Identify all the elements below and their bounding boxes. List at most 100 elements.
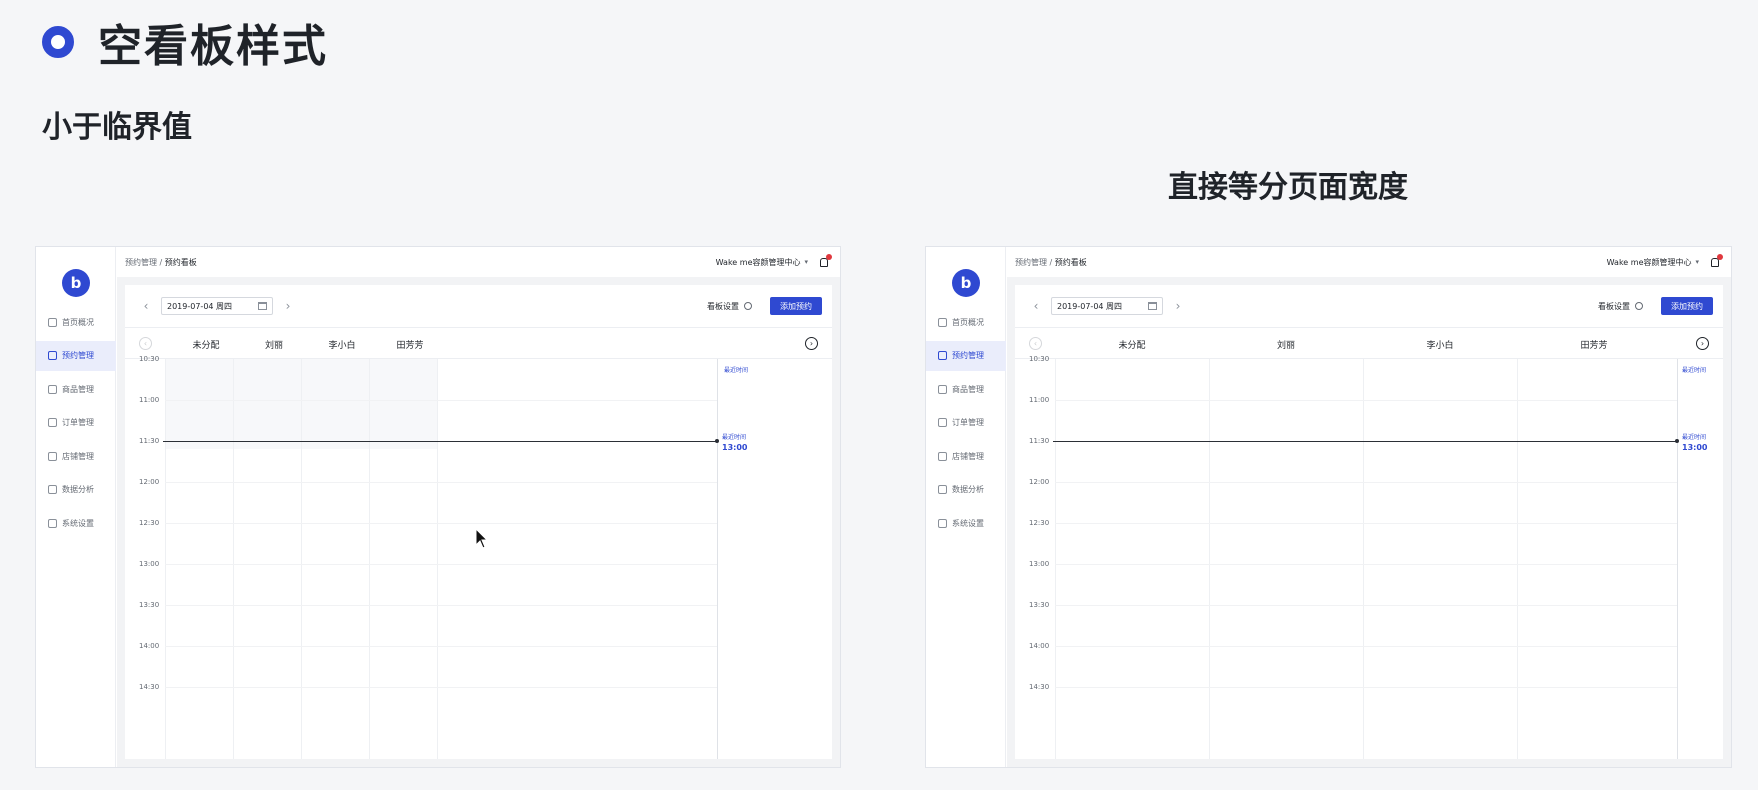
calendar-icon — [1148, 302, 1157, 310]
now-marker-label: 最近时间 — [1682, 434, 1707, 441]
now-marker-time: 13:00 — [722, 443, 748, 452]
time-rail — [717, 359, 718, 759]
breadcrumb-current: 预约看板 — [1054, 257, 1087, 267]
sidebar-item-appointments[interactable]: 预约管理 — [926, 340, 1006, 371]
board-settings-label: 看板设置 — [707, 301, 739, 311]
time-label: 11:30 — [1029, 437, 1050, 445]
bell-icon[interactable] — [820, 253, 832, 267]
time-label: 12:30 — [1029, 519, 1050, 527]
add-appointment-button[interactable]: 添加预约 — [770, 297, 822, 315]
bag-icon — [938, 384, 947, 394]
sidebar-item-products[interactable]: 商品管理 — [926, 374, 1006, 404]
chevron-left-circle-icon[interactable]: ‹ — [139, 337, 152, 350]
sidebar-item-settings[interactable]: 系统设置 — [926, 509, 1006, 539]
sidebar-item-stores[interactable]: 店铺管理 — [926, 441, 1006, 471]
home-icon — [938, 317, 947, 327]
date-picker[interactable]: 2019-07-04 周四 — [1051, 297, 1163, 315]
time-label: 10:30 — [139, 355, 160, 363]
breadcrumb-separator: / — [157, 257, 165, 267]
date-value: 2019-07-04 周四 — [1057, 301, 1123, 311]
column-header-staff: 李小白 — [1426, 341, 1454, 351]
time-label: 13:00 — [139, 560, 160, 568]
sidebar-item-analytics[interactable]: 数据分析 — [36, 475, 116, 505]
logo-icon[interactable]: b — [62, 269, 90, 297]
time-label: 14:00 — [139, 642, 160, 650]
caret-down-icon[interactable]: ▾ — [804, 258, 808, 266]
sidebar-item-label: 订单管理 — [952, 418, 984, 428]
document-icon — [938, 418, 947, 428]
grid-column-line — [369, 359, 370, 759]
sidebar-item-label: 首页概况 — [62, 317, 94, 327]
time-label: 11:00 — [139, 396, 160, 404]
time-label: 14:30 — [1029, 683, 1050, 691]
breadcrumb-parent[interactable]: 预约管理 — [125, 258, 157, 267]
sidebar-item-orders[interactable]: 订单管理 — [926, 408, 1006, 438]
sidebar-item-products[interactable]: 商品管理 — [36, 374, 116, 404]
account-area: Wake me容颜管理中心 ▾ — [716, 253, 832, 268]
schedule-grid[interactable]: 10:30 11:00 11:30 12:00 12:30 13:00 13:3… — [1015, 355, 1723, 759]
logo-icon[interactable]: b — [952, 269, 980, 297]
grid-row-line — [165, 687, 717, 688]
sidebar-item-analytics[interactable]: 数据分析 — [926, 475, 1006, 505]
sidebar-item-label: 系统设置 — [62, 519, 94, 529]
chevron-left-circle-icon[interactable]: ‹ — [1029, 337, 1042, 350]
column-header-staff: 李小白 — [328, 341, 356, 351]
breadcrumb-current: 预约看板 — [164, 257, 197, 267]
chevron-right-circle-icon[interactable]: › — [805, 337, 818, 350]
board-settings-button[interactable]: 看板设置 — [707, 301, 752, 312]
sidebar-item-home[interactable]: 首页概况 — [36, 307, 116, 337]
sidebar-item-label: 商品管理 — [952, 384, 984, 394]
sidebar: b 首页概况 预约管理 商品管理 订单管理 店铺管理 数据分析 系统设置 — [36, 247, 116, 767]
mockup-equal-width: b 首页概况 预约管理 商品管理 订单管理 店铺管理 数据分析 系统设置 预约管… — [925, 246, 1732, 768]
grid-row-line — [165, 400, 717, 401]
time-label: 11:30 — [139, 437, 160, 445]
grid-column-line — [437, 359, 438, 759]
column-header-staff: 刘丽 — [264, 341, 284, 351]
add-appointment-button[interactable]: 添加预约 — [1661, 297, 1713, 315]
sidebar-item-appointments[interactable]: 预约管理 — [36, 340, 116, 371]
date-picker[interactable]: 2019-07-04 周四 — [161, 297, 273, 315]
grid-row-line — [1055, 523, 1677, 524]
bullet-ring-icon — [42, 26, 74, 58]
sidebar-item-label: 店铺管理 — [952, 451, 984, 461]
breadcrumb-separator: / — [1047, 257, 1055, 267]
account-area: Wake me容颜管理中心 ▾ — [1607, 253, 1723, 268]
grid-row-line — [1055, 687, 1677, 688]
grid-row-line — [1055, 564, 1677, 565]
time-label: 12:00 — [139, 478, 160, 486]
chevron-left-icon[interactable]: ‹ — [1029, 299, 1043, 313]
grid-column-line — [1055, 359, 1056, 759]
store-icon — [48, 451, 57, 461]
sidebar-nav: 首页概况 预约管理 商品管理 订单管理 店铺管理 数据分析 系统设置 — [36, 307, 116, 542]
recent-time-label: 最近时间 — [723, 367, 748, 374]
current-time-dot — [715, 439, 719, 443]
center-switcher[interactable]: Wake me容颜管理中心 — [1607, 257, 1692, 268]
chart-icon — [48, 485, 57, 495]
sidebar-item-settings[interactable]: 系统设置 — [36, 509, 116, 539]
chevron-left-icon[interactable]: ‹ — [139, 299, 153, 313]
board-settings-button[interactable]: 看板设置 — [1598, 301, 1643, 312]
user-icon — [938, 351, 947, 361]
chevron-right-circle-icon[interactable]: › — [1696, 337, 1709, 350]
sidebar-item-label: 系统设置 — [952, 519, 984, 529]
center-switcher[interactable]: Wake me容颜管理中心 — [716, 257, 801, 268]
bell-icon[interactable] — [1711, 253, 1723, 267]
sidebar-item-stores[interactable]: 店铺管理 — [36, 441, 116, 471]
caret-down-icon[interactable]: ▾ — [1695, 258, 1699, 266]
chevron-right-icon[interactable]: › — [281, 299, 295, 313]
chevron-right-icon[interactable]: › — [1171, 299, 1185, 313]
column-header-unassigned: 未分配 — [192, 341, 220, 351]
time-label: 13:30 — [1029, 601, 1050, 609]
top-bar: 预约管理 / 预约看板 Wake me容颜管理中心 ▾ — [1007, 247, 1731, 277]
sidebar-item-label: 预约管理 — [62, 351, 94, 361]
sidebar-item-orders[interactable]: 订单管理 — [36, 408, 116, 438]
sidebar-item-home[interactable]: 首页概况 — [926, 307, 1006, 337]
breadcrumb-parent[interactable]: 预约管理 — [1015, 258, 1047, 267]
content-area: ‹ 2019-07-04 周四 › 看板设置 添加预约 ‹ 未分配 刘丽 李小白… — [117, 277, 840, 767]
now-marker-time: 13:00 — [1682, 443, 1708, 452]
sidebar-item-label: 首页概况 — [952, 317, 984, 327]
document-icon — [48, 418, 57, 428]
column-header-staff: 田芳芳 — [396, 341, 424, 351]
home-icon — [48, 317, 57, 327]
schedule-grid[interactable]: 10:30 11:00 11:30 12:00 12:30 13:00 13:3… — [125, 355, 832, 759]
